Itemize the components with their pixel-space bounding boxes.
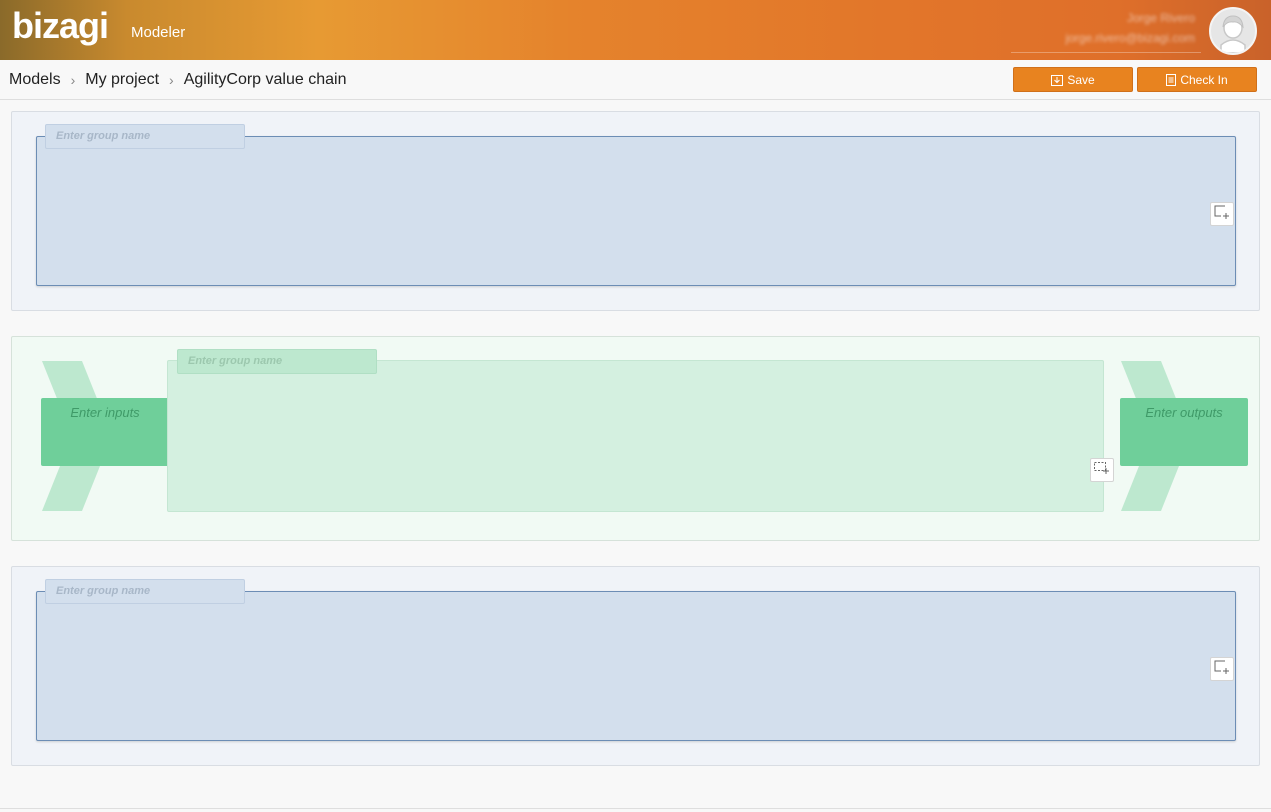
group-box-top[interactable] [36,136,1236,286]
outputs-box[interactable]: Enter outputs [1120,398,1248,466]
user-email: jorge.rivero@bizagi.com [1065,31,1195,45]
save-button[interactable]: Save [1013,67,1133,92]
user-name: Jorge Rivero [1126,11,1195,25]
check-in-label: Check In [1180,72,1228,87]
inputs-box[interactable]: Enter inputs [41,398,169,466]
group-name-input-bottom[interactable]: Enter group name [45,579,245,604]
group-box-bottom[interactable] [36,591,1236,741]
group-name-input-top[interactable]: Enter group name [45,124,245,149]
primary-panel: Enter inputs Enter group name Enter outp… [11,336,1260,541]
group-box-middle[interactable] [167,360,1104,512]
add-group-icon [1214,660,1230,679]
chevron-right-icon: › [70,72,76,88]
breadcrumb-models[interactable]: Models [9,70,61,90]
add-region-button[interactable] [1090,458,1114,482]
add-group-button-top[interactable] [1210,202,1234,226]
breadcrumb: Models › My project › AgilityCorp value … [9,70,346,90]
chevron-right-icon: › [169,72,174,88]
breadcrumb-current: AgilityCorp value chain [183,71,347,88]
value-chain-canvas: Enter group name Enter inputs Enter grou… [0,101,1271,809]
add-group-icon [1214,205,1230,224]
checkin-icon [1166,73,1177,86]
user-divider [1011,52,1201,53]
user-avatar-icon[interactable] [1209,7,1257,55]
add-group-button-bottom[interactable] [1210,657,1234,681]
add-region-icon [1094,461,1110,479]
app-header: bizagi Modeler Jorge Rivero jorge.rivero… [0,0,1271,60]
save-label: Save [1067,72,1095,87]
check-in-button[interactable]: Check In [1137,67,1257,92]
support-panel-top: Enter group name [11,111,1260,311]
product-name: Modeler [131,24,186,41]
breadcrumb-project[interactable]: My project [85,70,159,90]
save-icon [1051,74,1064,86]
toolbar: Models › My project › AgilityCorp value … [0,60,1271,100]
support-panel-bottom: Enter group name [11,566,1260,766]
group-name-input-middle[interactable]: Enter group name [177,349,377,374]
bizagi-logo: bizagi [12,5,109,46]
